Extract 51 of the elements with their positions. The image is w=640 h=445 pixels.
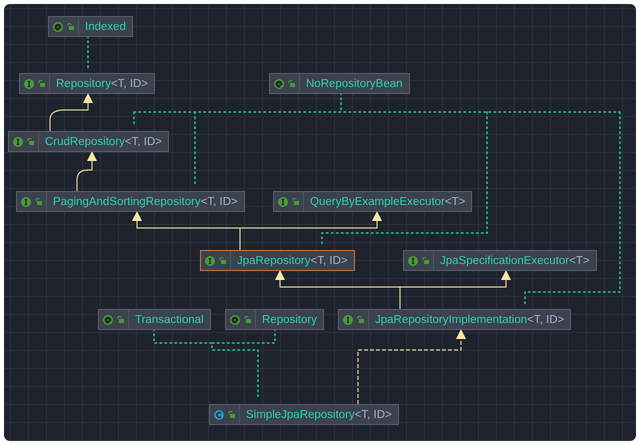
class-name: JpaSpecificationExecutor<T> xyxy=(439,254,590,266)
class-name: Indexed xyxy=(84,20,126,32)
class-node[interactable]: CrudRepository<T, ID> xyxy=(8,131,169,152)
padlock-icon xyxy=(422,251,434,270)
padlock-icon xyxy=(67,17,79,36)
padlock-icon xyxy=(357,310,369,329)
class-name: JpaRepository<T, ID> xyxy=(236,254,348,266)
interface-icon xyxy=(343,314,353,324)
interface-icon xyxy=(24,78,34,88)
class-node[interactable]: PagingAndSortingRepository<T, ID> xyxy=(16,191,245,212)
padlock-icon xyxy=(219,251,231,270)
class-node[interactable]: Repository<T, ID> xyxy=(19,73,156,94)
class-node[interactable]: JpaRepositoryImplementation<T, ID> xyxy=(338,309,572,330)
interface-icon xyxy=(13,136,23,146)
dotted-connector xyxy=(87,35,89,70)
padlock-icon xyxy=(244,310,256,329)
class-node[interactable]: JpaRepository<T, ID> xyxy=(200,250,355,271)
padlock-icon xyxy=(35,192,47,211)
annotation-icon xyxy=(230,314,240,324)
class-name: Repository xyxy=(261,314,317,326)
interface-icon xyxy=(408,256,418,266)
class-node[interactable]: NoRepositoryBean xyxy=(269,73,410,94)
class-node[interactable]: JpaSpecificationExecutor<T> xyxy=(403,250,597,271)
class-name: Repository<T, ID> xyxy=(55,78,148,90)
annotation-icon xyxy=(103,314,113,324)
class-name: QueryByExampleExecutor<T> xyxy=(309,196,466,208)
class-icon xyxy=(214,410,224,420)
class-node[interactable]: Repository xyxy=(225,309,324,330)
annotation-icon xyxy=(53,22,63,32)
class-name: CrudRepository<T, ID> xyxy=(44,136,162,148)
padlock-icon xyxy=(288,74,300,93)
class-name: SimpleJpaRepository<T, ID> xyxy=(245,408,392,420)
annotation-icon xyxy=(274,78,284,88)
inheritance-arrow xyxy=(49,93,93,131)
padlock-icon xyxy=(38,74,50,93)
interface-icon xyxy=(21,196,31,206)
class-name: JpaRepositoryImplementation<T, ID> xyxy=(374,314,564,326)
padlock-icon xyxy=(292,192,304,211)
class-node[interactable]: QueryByExampleExecutor<T> xyxy=(273,191,472,212)
class-name: PagingAndSortingRepository<T, ID> xyxy=(52,196,238,208)
class-node[interactable]: Indexed xyxy=(48,16,133,37)
padlock-icon xyxy=(228,405,240,424)
padlock-icon xyxy=(27,132,39,151)
padlock-icon xyxy=(117,310,129,329)
inheritance-arrow xyxy=(76,151,97,191)
interface-icon xyxy=(278,196,288,206)
class-name: NoRepositoryBean xyxy=(305,78,403,90)
class-name: Transactional xyxy=(134,314,204,326)
class-node[interactable]: SimpleJpaRepository<T, ID> xyxy=(209,404,399,425)
class-node[interactable]: Transactional xyxy=(98,309,211,330)
interface-icon xyxy=(205,256,215,266)
